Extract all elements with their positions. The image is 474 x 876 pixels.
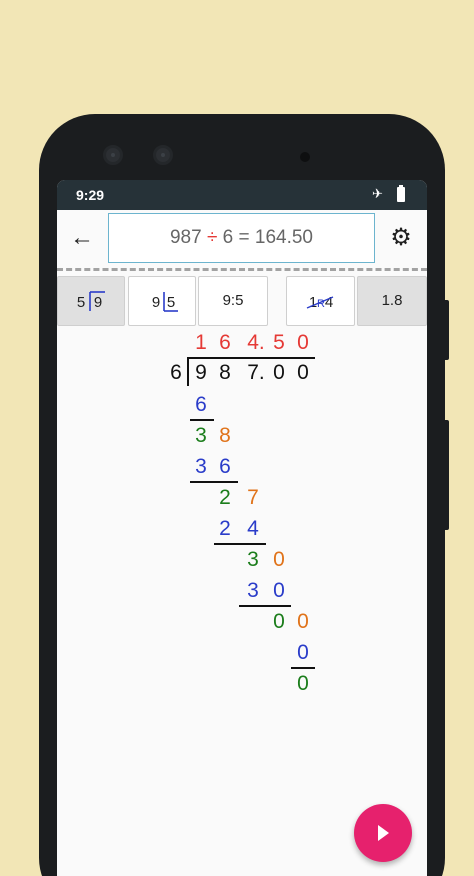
remainder-digit: 0 [273, 610, 285, 633]
proximity-sensor [300, 152, 310, 162]
division-bar [188, 357, 315, 359]
remainder-digit: 3 [247, 548, 259, 571]
remainder-digit: 2 [219, 486, 231, 509]
product-digit: 0 [273, 579, 285, 602]
ratio-label: 9:5 [222, 292, 244, 309]
mode-digit-a: 5 [77, 294, 85, 311]
product-digit: 3 [247, 579, 259, 602]
mode-digit-b: 9 [94, 294, 102, 311]
division-bracket [187, 357, 189, 386]
front-camera-right [153, 145, 173, 165]
brought-down-digit: 0 [273, 548, 285, 571]
long-division-mode-icon: 5 9 [77, 291, 105, 311]
dividend-digit: 9 [195, 361, 207, 384]
remainder-mode-icon: 1 R 4 [306, 294, 334, 311]
division-operator: ÷ [206, 227, 218, 248]
brought-down-digit: 7 [247, 486, 259, 509]
quotient-digit: 4. [247, 331, 265, 354]
quotient-digit: 1 [195, 331, 207, 354]
mode-digit-a: 1 [309, 294, 317, 311]
expression-input[interactable]: 987 ÷ 6 = 164.50 [108, 213, 375, 263]
back-arrow-icon[interactable]: ← [66, 222, 98, 254]
airplane-mode-icon: ✈ [372, 186, 383, 201]
quotient-digit: 0 [297, 331, 309, 354]
mode-digit-b: 4 [325, 294, 333, 311]
product-digit: 4 [247, 517, 259, 540]
status-bar: 9:29 ✈ [57, 180, 427, 210]
dividend-digit: 0 [273, 361, 285, 384]
dividend-digit: 8 [219, 361, 231, 384]
brought-down-digit: 8 [219, 424, 231, 447]
front-camera-left [103, 145, 123, 165]
mode-tab-ratio[interactable]: 9:5 [198, 276, 268, 326]
power-button [443, 300, 449, 360]
product-digit: 6 [219, 455, 231, 478]
subtraction-line [190, 481, 238, 483]
product-digit: 2 [219, 517, 231, 540]
quotient-digit: 5 [273, 331, 285, 354]
status-time: 9:29 [76, 187, 105, 203]
subtraction-line [239, 605, 291, 607]
subtraction-line [214, 543, 266, 545]
mode-tab-long-division[interactable]: 5 9 [57, 276, 125, 326]
long-division-area: 1 6 4. 5 0 6 9 8 7. 0 0 6 3 8 3 6 2 7 2 … [57, 330, 427, 710]
play-icon [378, 825, 389, 841]
dashed-divider [57, 268, 427, 271]
subtraction-line [291, 667, 315, 669]
mode-digit-a: 9 [152, 294, 160, 311]
remainder-digit: 3 [195, 424, 207, 447]
quotient-digit: 6 [219, 331, 231, 354]
product-digit: 0 [297, 641, 309, 664]
dividend-digit: 7. [247, 361, 265, 384]
settings-gear-icon[interactable]: ⚙ [387, 224, 415, 252]
product-digit: 6 [195, 393, 207, 416]
dividend-digit: 0 [297, 361, 309, 384]
battery-icon [397, 185, 405, 202]
app-screen: 9:29 ✈ ← 987 ÷ 6 = 164.50 ⚙ 5 9 9 5 9:5 … [57, 180, 427, 876]
volume-button [443, 420, 449, 530]
expression-left: 987 [169, 227, 207, 248]
decimal-label: 1.8 [381, 292, 403, 309]
mode-tab-decimal[interactable]: 1.8 [357, 276, 427, 326]
app-bar: ← 987 ÷ 6 = 164.50 ⚙ [57, 210, 427, 268]
divisor: 6 [170, 361, 182, 384]
reverse-division-mode-icon: 9 5 [152, 292, 178, 312]
product-digit: 3 [195, 455, 207, 478]
expression-right: 6 = 164.50 [217, 227, 314, 248]
subtraction-line [190, 419, 214, 421]
mode-digit-b: 5 [167, 294, 175, 311]
final-remainder: 0 [297, 672, 309, 695]
mode-tab-reverse-division[interactable]: 9 5 [128, 276, 196, 326]
play-fab-button[interactable] [354, 804, 412, 862]
brought-down-digit: 0 [297, 610, 309, 633]
mode-tab-remainder[interactable]: 1 R 4 [286, 276, 355, 326]
